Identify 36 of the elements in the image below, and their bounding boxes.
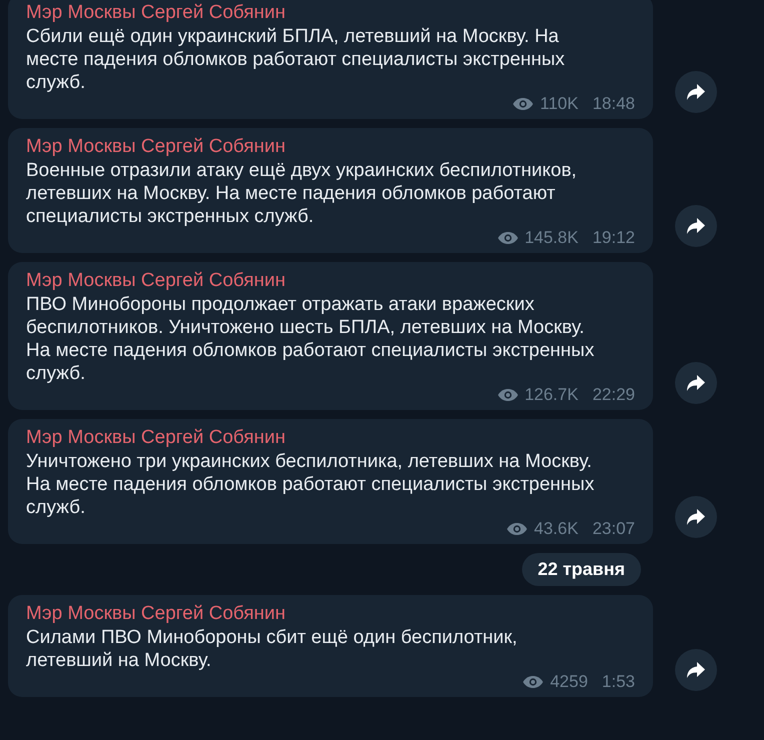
message-time: 23:07	[592, 519, 635, 539]
eye-icon	[496, 388, 519, 402]
message-time: 1:53	[602, 672, 635, 692]
message-time: 18:48	[592, 94, 635, 114]
message-text: ПВО Минобороны продолжает отражать атаки вражеских беспилотников. Уничтожено шесть БПЛА, летевших на Москву. На месте падения обломков работают специалисты экстренных служб.	[26, 293, 596, 385]
message-text: Уничтожено три украинских беспилотника, летевших на Москву. На месте падения обломков работают специалисты экстренных служб.	[26, 450, 596, 519]
share-icon	[686, 508, 706, 526]
share-icon	[686, 217, 706, 235]
date-badge: 22 травня	[522, 553, 641, 586]
eye-icon	[496, 231, 519, 245]
view-count: 145.8K	[524, 228, 578, 248]
message-text: Силами ПВО Минобороны сбит ещё один беспилотник, летевший на Москву.	[26, 626, 518, 672]
message-text: Сбили ещё один украинский БПЛА, летевший на Москву. На месте падения обломков работают специалисты экстренных служб.	[26, 25, 566, 94]
share-icon	[686, 661, 706, 679]
view-count: 4259	[550, 672, 588, 692]
author-name: Мэр Москвы Сергей Собянин	[26, 602, 286, 626]
share-button[interactable]	[675, 362, 717, 404]
message-text: Военные отразили атаку ещё двух украинских беспилотников, летевших на Москву. На месте падения обломков работают специалисты экстренных служб.	[26, 159, 578, 228]
share-button[interactable]	[675, 71, 717, 113]
view-count: 43.6K	[534, 519, 578, 539]
author-name: Мэр Москвы Сергей Собянин	[26, 426, 286, 450]
share-button[interactable]	[675, 205, 717, 247]
eye-icon	[512, 97, 534, 111]
share-button[interactable]	[675, 649, 717, 691]
share-icon	[686, 374, 706, 392]
author-name: Мэр Москвы Сергей Собянин	[26, 135, 286, 159]
eye-icon	[506, 522, 528, 536]
message-time: 22:29	[592, 385, 635, 405]
author-name: Мэр Москвы Сергей Собянин	[26, 1, 286, 25]
share-icon	[686, 83, 706, 101]
eye-icon	[522, 675, 544, 689]
view-count: 126.7K	[524, 385, 578, 405]
share-button[interactable]	[675, 496, 717, 538]
message-time: 19:12	[592, 228, 635, 248]
author-name: Мэр Москвы Сергей Собянин	[26, 269, 286, 293]
view-count: 110K	[540, 94, 578, 114]
